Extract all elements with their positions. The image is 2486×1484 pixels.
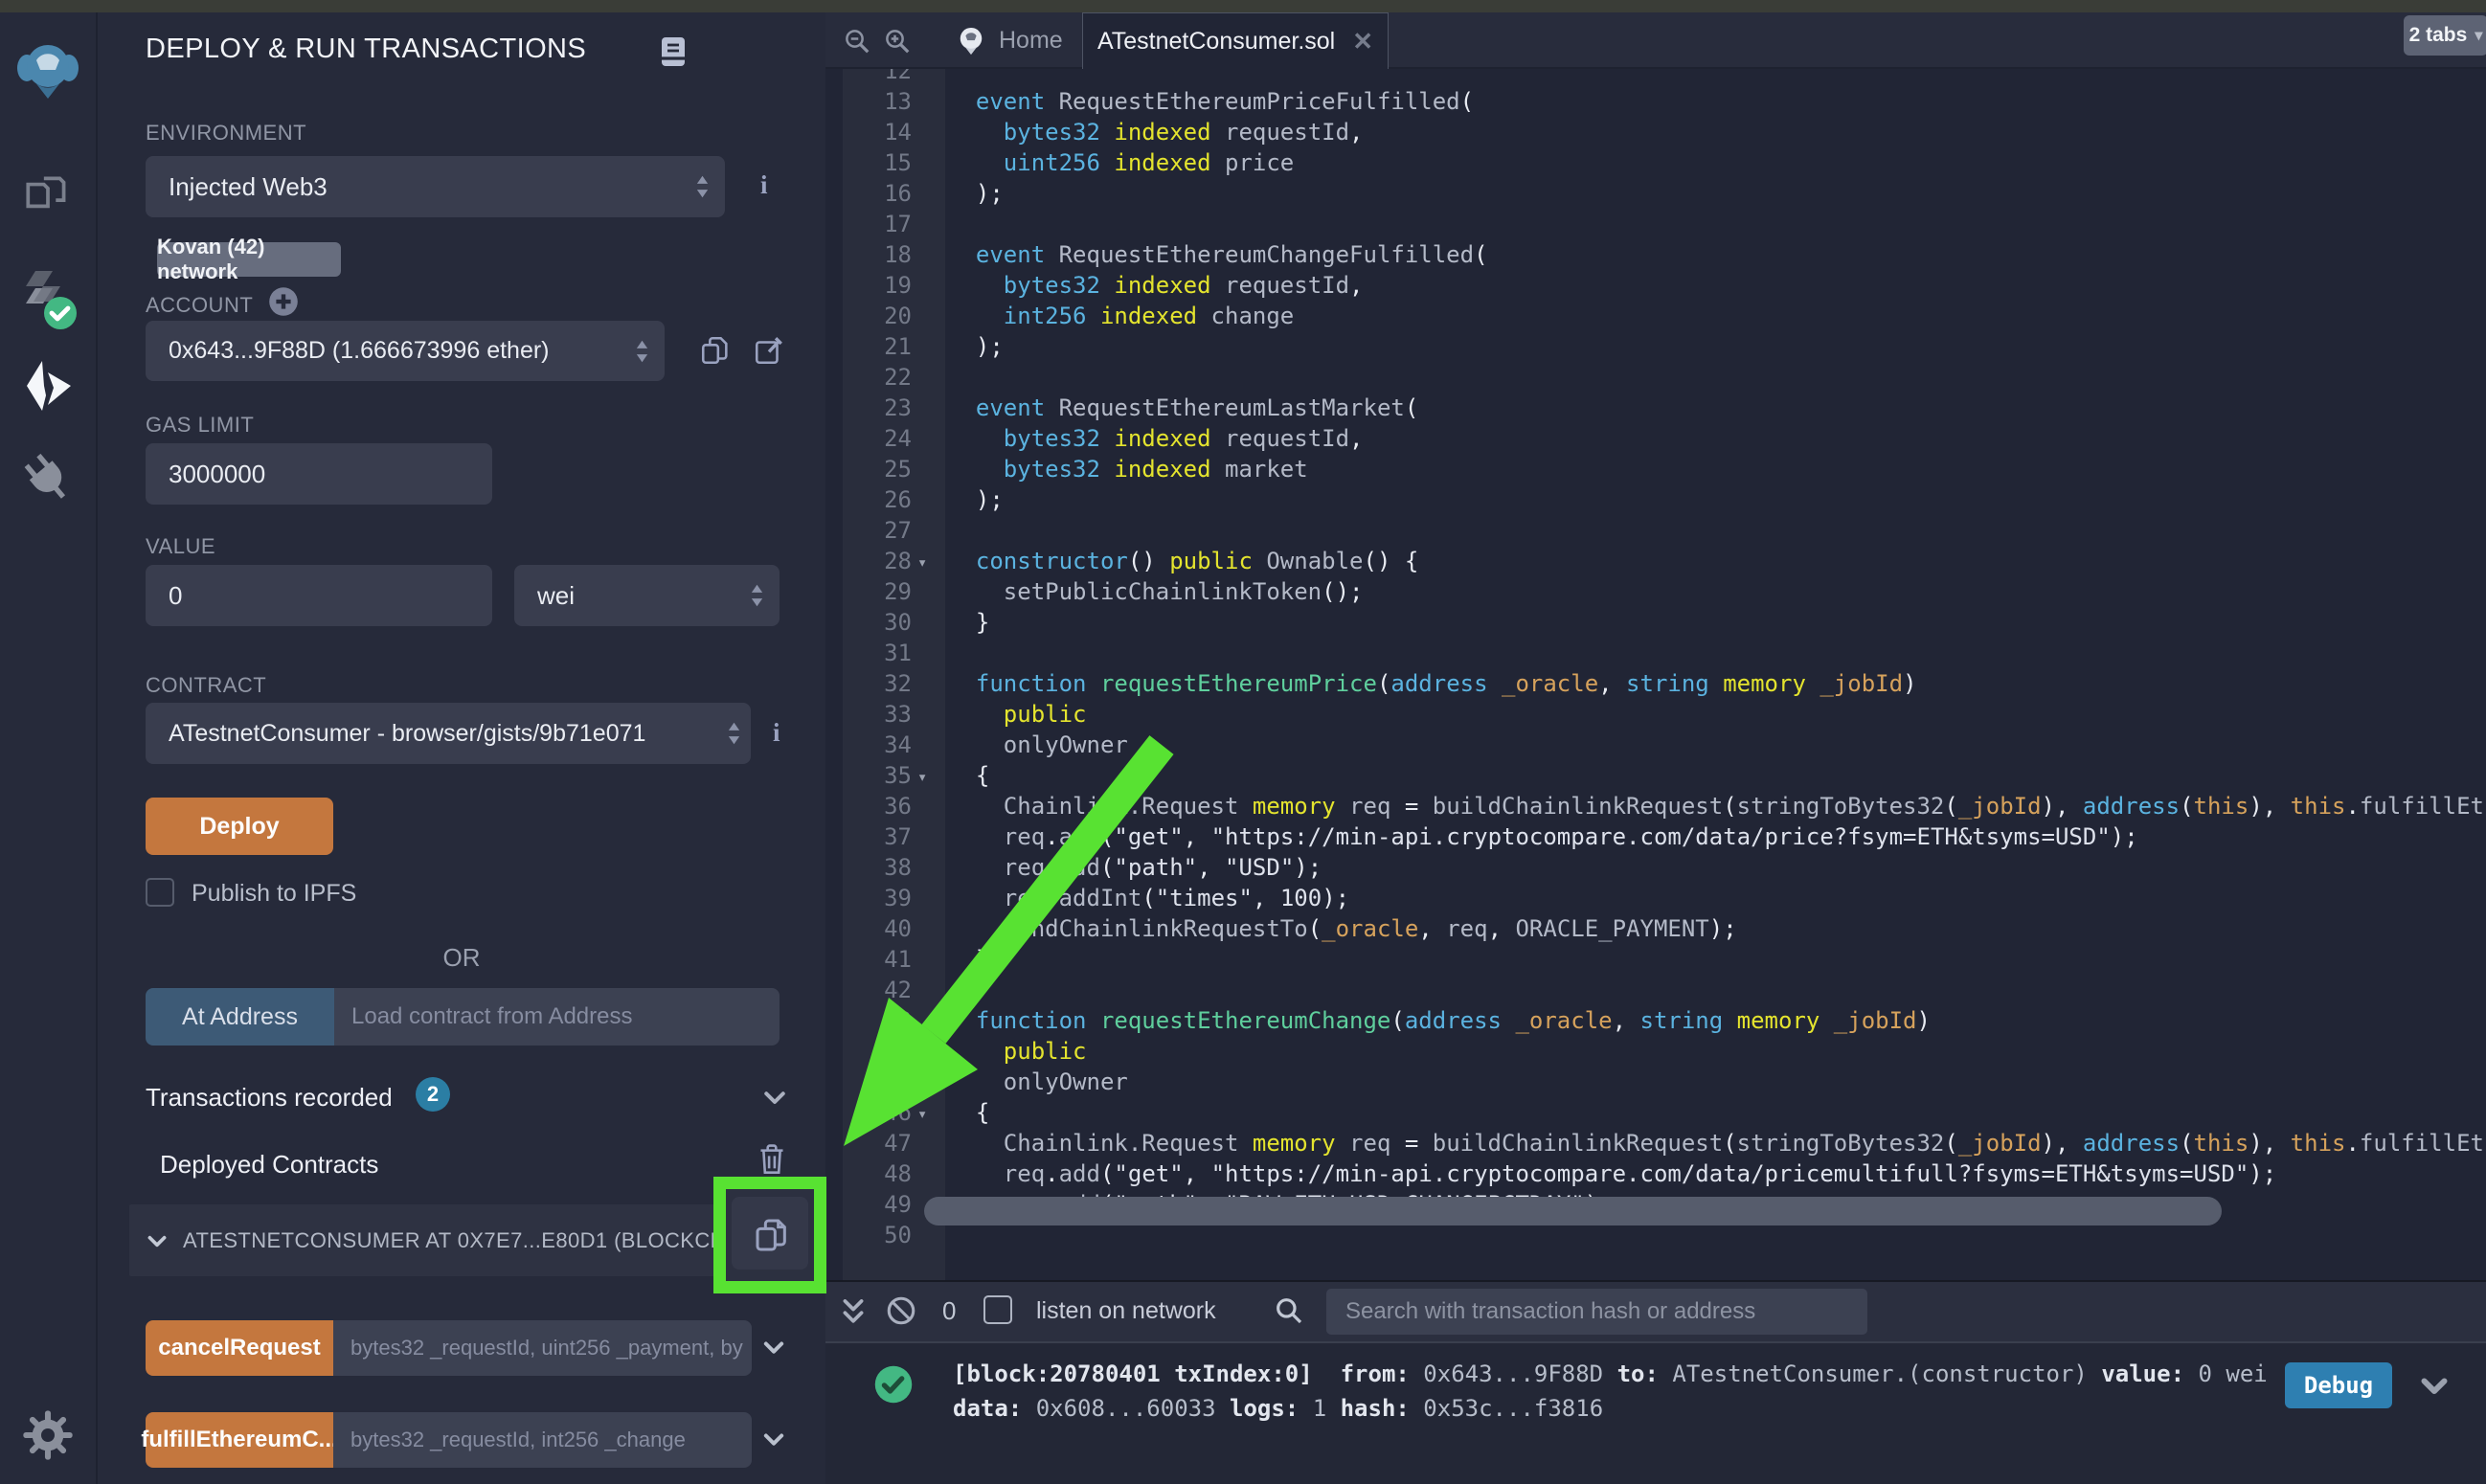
contract-select[interactable]: ATestnetConsumer - browser/gists/9b71e07…	[146, 703, 751, 764]
remix-logo-icon	[17, 41, 79, 106]
zoom-out-icon[interactable]	[843, 27, 871, 56]
solidity-compiler-icon[interactable]	[18, 263, 78, 332]
copy-account-icon[interactable]	[699, 334, 732, 367]
window-top-strip	[0, 0, 2486, 12]
tx-log-line-2[interactable]: data: 0x608...60033 logs: 1 hash: 0x53c.…	[953, 1395, 1603, 1422]
value-input[interactable]: 0	[146, 565, 492, 626]
clear-console-ban-icon[interactable]	[885, 1294, 917, 1327]
editor-tab-bar: Home ATestnetConsumer.sol ✕ 2 tabs ▾	[825, 12, 2486, 69]
zoom-in-icon[interactable]	[883, 27, 912, 56]
edit-account-icon[interactable]	[753, 334, 785, 367]
stepper-icon	[695, 174, 710, 199]
plugin-manager-icon[interactable]	[20, 451, 76, 506]
publish-ipfs-checkbox[interactable]	[146, 878, 174, 907]
tab-home-label: Home	[999, 27, 1063, 55]
icon-sidebar	[0, 12, 98, 1484]
add-account-icon[interactable]	[268, 286, 299, 317]
or-divider: OR	[98, 943, 825, 973]
stepper-icon	[727, 721, 741, 746]
at-address-button[interactable]: At Address	[146, 988, 334, 1046]
tx-expand-chevron-icon[interactable]	[2417, 1368, 2452, 1403]
search-icon	[1274, 1295, 1304, 1326]
gas-limit-input[interactable]: 3000000	[146, 443, 492, 505]
contract-value: ATestnetConsumer - browser/gists/9b71e07…	[169, 720, 645, 748]
fn-fulfillEthereumChange-button[interactable]: fulfillEthereumC...	[146, 1412, 333, 1468]
tab-close-icon[interactable]: ✕	[1352, 27, 1373, 56]
tx-success-check-icon	[873, 1364, 914, 1405]
file-explorer-icon[interactable]	[20, 169, 76, 224]
gas-limit-label: GAS LIMIT	[146, 413, 254, 438]
stepper-icon	[750, 583, 764, 608]
value-unit: wei	[537, 581, 575, 611]
publish-ipfs-label: Publish to IPFS	[192, 880, 356, 908]
terminal-expand-icon[interactable]	[839, 1296, 868, 1327]
deployed-contract-item[interactable]: ATESTNETCONSUMER AT 0X7E7...E80D1 (BLOCK…	[129, 1204, 795, 1276]
account-label: ACCOUNT	[146, 293, 253, 318]
code-editor: Home ATestnetConsumer.sol ✕ 2 tabs ▾ 121…	[825, 12, 2486, 1280]
deployed-contracts-label: Deployed Contracts	[160, 1150, 378, 1180]
tabs-count-dropdown[interactable]: 2 tabs ▾	[2404, 15, 2486, 56]
environment-label: ENVIRONMENT	[146, 121, 306, 146]
terminal-log: [block:20780401 txIndex:0] from: 0x643..…	[825, 1343, 2486, 1484]
transactions-recorded-label: Transactions recorded	[146, 1083, 393, 1113]
deployed-contract-title: ATESTNETCONSUMER AT 0X7E7...E80D1 (BLOCK…	[183, 1228, 762, 1253]
environment-info-icon[interactable]: i	[760, 170, 768, 200]
network-badge: Kovan (42) network	[157, 242, 341, 277]
debug-button[interactable]: Debug	[2285, 1362, 2392, 1408]
annotation-highlight-box	[713, 1177, 826, 1293]
stepper-icon	[635, 339, 649, 364]
pending-tx-count: 0	[942, 1296, 956, 1326]
account-select[interactable]: 0x643...9F88D (1.666673996 ether)	[146, 321, 665, 381]
listen-network-label: listen on network	[1036, 1297, 1216, 1325]
transactions-count-badge: 2	[416, 1077, 450, 1112]
tab-active-file[interactable]: ATestnetConsumer.sol ✕	[1082, 12, 1389, 69]
code-area[interactable]: 1213 event RequestEthereumPriceFulfilled…	[825, 69, 2486, 1280]
dropdown-triangle-icon: ▾	[2475, 26, 2482, 45]
fn-fulfillEthereumChange-args-input[interactable]: bytes32 _requestId, int256 _change	[333, 1412, 752, 1468]
horizontal-scrollbar[interactable]	[924, 1197, 2222, 1225]
contract-expand-chevron-icon[interactable]	[145, 1228, 170, 1253]
remix-ide-window: DEPLOY & RUN TRANSACTIONS ENVIRONMENT In…	[0, 0, 2486, 1484]
value-amount: 0	[169, 581, 182, 611]
contract-info-icon[interactable]: i	[773, 718, 780, 748]
deploy-button[interactable]: Deploy	[146, 798, 333, 855]
fn-cancelRequest-button[interactable]: cancelRequest	[146, 1320, 333, 1376]
tab-active-label: ATestnetConsumer.sol	[1097, 28, 1335, 56]
tab-home[interactable]: Home	[957, 12, 1063, 69]
tabs-count-label: 2 tabs	[2409, 24, 2468, 47]
tx-log-line-1[interactable]: [block:20780401 txIndex:0] from: 0x643..…	[953, 1360, 2268, 1387]
fn-cancelRequest-expand-icon[interactable]	[760, 1334, 787, 1360]
fn-fulfillEthereumChange-expand-icon[interactable]	[760, 1426, 787, 1452]
documentation-icon[interactable]	[658, 35, 689, 68]
account-value: 0x643...9F88D (1.666673996 ether)	[169, 337, 550, 365]
clear-deployed-trash-icon[interactable]	[757, 1142, 787, 1177]
value-label: VALUE	[146, 534, 215, 559]
environment-value: Injected Web3	[169, 172, 328, 202]
transactions-chevron-icon[interactable]	[760, 1083, 789, 1112]
contract-label: CONTRACT	[146, 673, 266, 698]
terminal-search-input[interactable]	[1326, 1289, 1867, 1335]
fn-cancelRequest-args-input[interactable]: bytes32 _requestId, uint256 _payment, by	[333, 1320, 752, 1376]
panel-title: DEPLOY & RUN TRANSACTIONS	[146, 34, 586, 65]
settings-gear-icon[interactable]	[21, 1408, 75, 1462]
environment-select[interactable]: Injected Web3	[146, 156, 725, 217]
code-lines: 1213 event RequestEthereumPriceFulfilled…	[825, 69, 2486, 1280]
copy-deployed-address-icon[interactable]	[753, 1216, 791, 1254]
gas-limit-value: 3000000	[169, 460, 265, 489]
remix-mini-logo-icon	[957, 26, 985, 56]
listen-network-checkbox[interactable]	[983, 1295, 1012, 1324]
at-address-input[interactable]: Load contract from Address	[334, 988, 780, 1046]
value-unit-select[interactable]: wei	[514, 565, 780, 626]
terminal-toolbar: 0 listen on network	[825, 1282, 2486, 1343]
terminal-panel: 0 listen on network [block:20780401 txIn…	[825, 1280, 2486, 1484]
deploy-and-run-icon[interactable]	[19, 357, 77, 415]
